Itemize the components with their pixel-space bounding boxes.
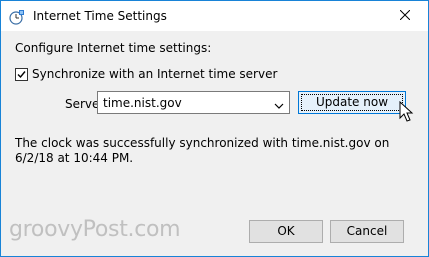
close-button[interactable] [382,1,428,31]
sync-checkbox[interactable] [15,67,28,81]
update-now-label: Update now [315,95,389,109]
internet-time-settings-dialog: Internet Time Settings Configure Interne… [0,0,429,257]
sync-checkbox-row[interactable]: Synchronize with an Internet time server [15,67,277,81]
cancel-button[interactable]: Cancel [330,220,404,243]
internet-time-icon [9,9,25,25]
sync-status-text: The clock was successfully synchronized … [15,136,390,165]
checkmark-icon [17,70,26,78]
close-icon [399,9,411,23]
server-dropdown[interactable]: time.nist.gov [97,91,290,114]
section-heading: Configure Internet time settings: [15,41,212,55]
watermark-logo: groovyPost.com [9,217,181,242]
dialog-body: Configure Internet time settings: Synchr… [1,31,428,256]
server-value: time.nist.gov [103,96,182,110]
mouse-pointer-icon [399,100,415,123]
title-bar: Internet Time Settings [1,1,428,31]
sync-checkbox-label[interactable]: Synchronize with an Internet time server [32,67,277,81]
window-title: Internet Time Settings [33,9,167,23]
chevron-down-icon [274,99,284,113]
ok-button[interactable]: OK [249,220,323,243]
update-now-button[interactable]: Update now [298,91,406,114]
